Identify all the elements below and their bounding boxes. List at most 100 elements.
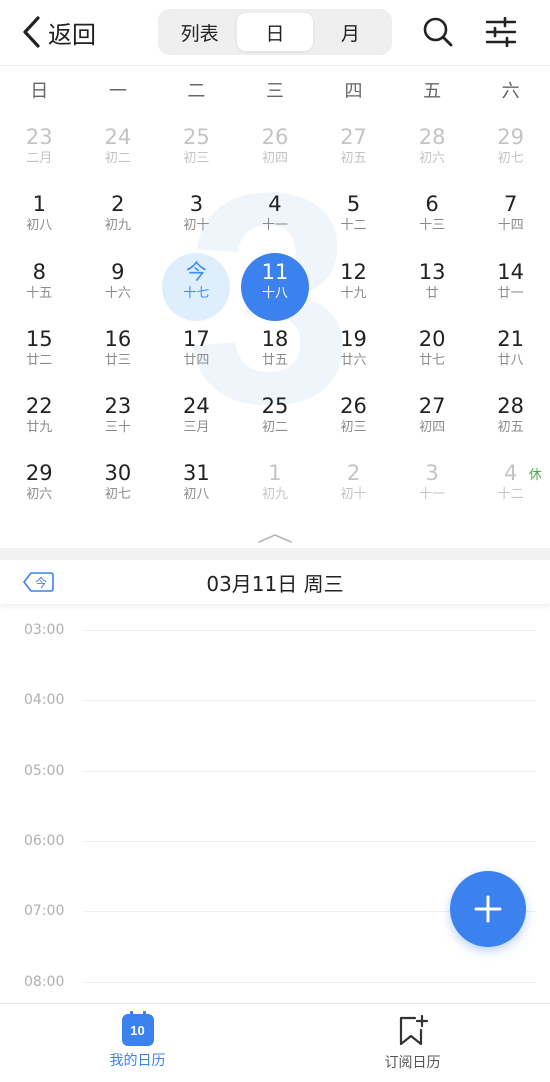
day-number: 1 [268,461,282,486]
bookmark-add-icon [399,1014,428,1046]
calendar-day[interactable]: 24 初二 [79,118,158,185]
hour-label: 03:00 [24,622,65,638]
calendar-day[interactable]: 18 廿五 [236,320,315,387]
weekday-label: 日 [30,81,49,102]
calendar-day[interactable]: 27 初五 [314,118,393,185]
calendar-day[interactable]: 27 初四 [393,387,472,454]
calendar-day[interactable]: 26 初四 [236,118,315,185]
lunar-date: 初三 [183,151,210,166]
back-to-today-button[interactable]: 今 [22,571,54,593]
calendar-day[interactable]: 15 廿二 [0,320,79,387]
calendar-day[interactable]: 9 十六 [79,253,158,320]
filter-button[interactable] [481,12,521,52]
day-number: 25 [261,394,289,419]
calendar-day[interactable]: 2 初十 [314,454,393,521]
calendar-day[interactable]: 30 初七 [79,454,158,521]
calendar-day[interactable]: 28 初五 [471,387,550,454]
add-event-button[interactable] [450,871,526,947]
lunar-date: 十六 [104,285,131,301]
lunar-date: 初六 [26,487,53,503]
section-divider [0,548,550,560]
calendar-day[interactable]: 25 初三 [157,118,236,185]
day-number: 29 [497,125,525,149]
bottom-tab-bar: 10 我的日历 订阅日历 [0,1003,550,1082]
tab-subscribed-calendar[interactable]: 订阅日历 [275,1004,550,1082]
hour-label: 07:00 [24,903,65,919]
hour-line [84,982,536,983]
lunar-date: 十二 [497,487,524,503]
calendar-day[interactable]: 7 十四 [471,185,550,252]
collapse-handle-icon[interactable] [255,530,295,546]
calendar-day[interactable]: 2 初九 [79,185,158,252]
calendar-day[interactable]: 22 廿九 [0,387,79,454]
search-icon [423,17,453,47]
tab-list[interactable]: 列表 [162,13,237,51]
calendar-day[interactable]: 23 二月 [0,118,79,185]
day-timeline[interactable]: 03:00 04:00 05:00 06:00 07:00 08:00 [0,610,550,1002]
hour-line [84,771,536,772]
calendar-day[interactable]: 20 廿七 [393,320,472,387]
lunar-date: 初七 [104,487,131,503]
calendar-icon: 10 [121,1011,154,1046]
day-number: 12 [340,259,367,284]
hour-line [84,630,536,631]
calendar-day[interactable]: 6 十三 [393,185,472,252]
month-calendar: 3 23二月24初二25初三26初四27初五28初六29初七1初八2初九3初十4… [0,118,550,522]
hour-label: 04:00 [24,692,65,708]
calendar-day[interactable]: 4 十一 [236,185,315,252]
hour-label: 05:00 [24,763,65,779]
lunar-date: 十二 [340,218,367,234]
calendar-day[interactable]: 19 廿六 [314,320,393,387]
lunar-date: 廿七 [419,352,446,368]
calendar-day[interactable]: 12 十九 [314,253,393,320]
lunar-date: 初二 [104,151,131,166]
back-button[interactable]: 返回 [20,14,96,50]
hour-label: 06:00 [24,833,65,849]
calendar-day[interactable]: 28 初六 [393,118,472,185]
calendar-day-today[interactable]: 今十七 [157,252,236,321]
lunar-date: 初十 [340,487,367,503]
day-number: 14 [497,259,525,284]
calendar-day[interactable]: 17 廿四 [157,320,236,387]
day-number: 2 [346,461,361,486]
calendar-day-selected[interactable]: 11 十八 [236,252,315,321]
hour-line [84,841,536,842]
lunar-date: 十九 [340,285,367,301]
tab-month[interactable]: 月 [313,13,388,51]
calendar-day[interactable]: 8 十五 [0,253,79,320]
calendar-day[interactable]: 29 初七 [471,118,550,185]
calendar-day[interactable]: 21 廿八 [471,320,550,387]
calendar-day[interactable]: 23 三十 [79,387,158,454]
calendar-day[interactable]: 5 十二 [314,185,393,252]
day-number: 25 [183,125,210,149]
calendar-day[interactable]: 1 初九 [236,454,315,521]
calendar-day[interactable]: 16 廿三 [79,320,158,387]
search-button[interactable] [418,12,458,52]
day-number: 23 [25,125,53,149]
tab-my-calendar[interactable]: 10 我的日历 [0,1004,275,1082]
calendar-day[interactable]: 14 廿一 [471,253,550,320]
day-number: 19 [340,326,367,351]
day-number: 29 [25,461,53,486]
calendar-day[interactable]: 26 初三 [314,387,393,454]
calendar-day[interactable]: 29 初六 [0,454,79,521]
calendar-day[interactable]: 3 初十 [157,185,236,252]
lunar-date: 十一 [419,487,446,503]
lunar-date: 初八 [183,487,210,503]
calendar-day[interactable]: 25 初二 [236,387,315,454]
weekday-label: 五 [423,81,442,102]
lunar-date: 初五 [340,151,367,166]
calendar-day[interactable]: 1 初八 [0,185,79,252]
lunar-date: 廿一 [497,285,524,301]
calendar-day[interactable]: 24 三月 [157,387,236,454]
day-number: 18 [261,326,289,351]
tab-day[interactable]: 日 [237,13,313,51]
calendar-day[interactable]: 4 十二休 [471,454,550,521]
calendar-day[interactable]: 3 十一 [393,454,472,521]
plus-icon [474,895,502,923]
calendar-day[interactable]: 31 初八 [157,454,236,521]
lunar-date: 初六 [419,151,446,166]
weekday-label: 二 [187,81,206,102]
lunar-date: 初四 [261,151,288,166]
calendar-day[interactable]: 13 廿 [393,253,472,320]
